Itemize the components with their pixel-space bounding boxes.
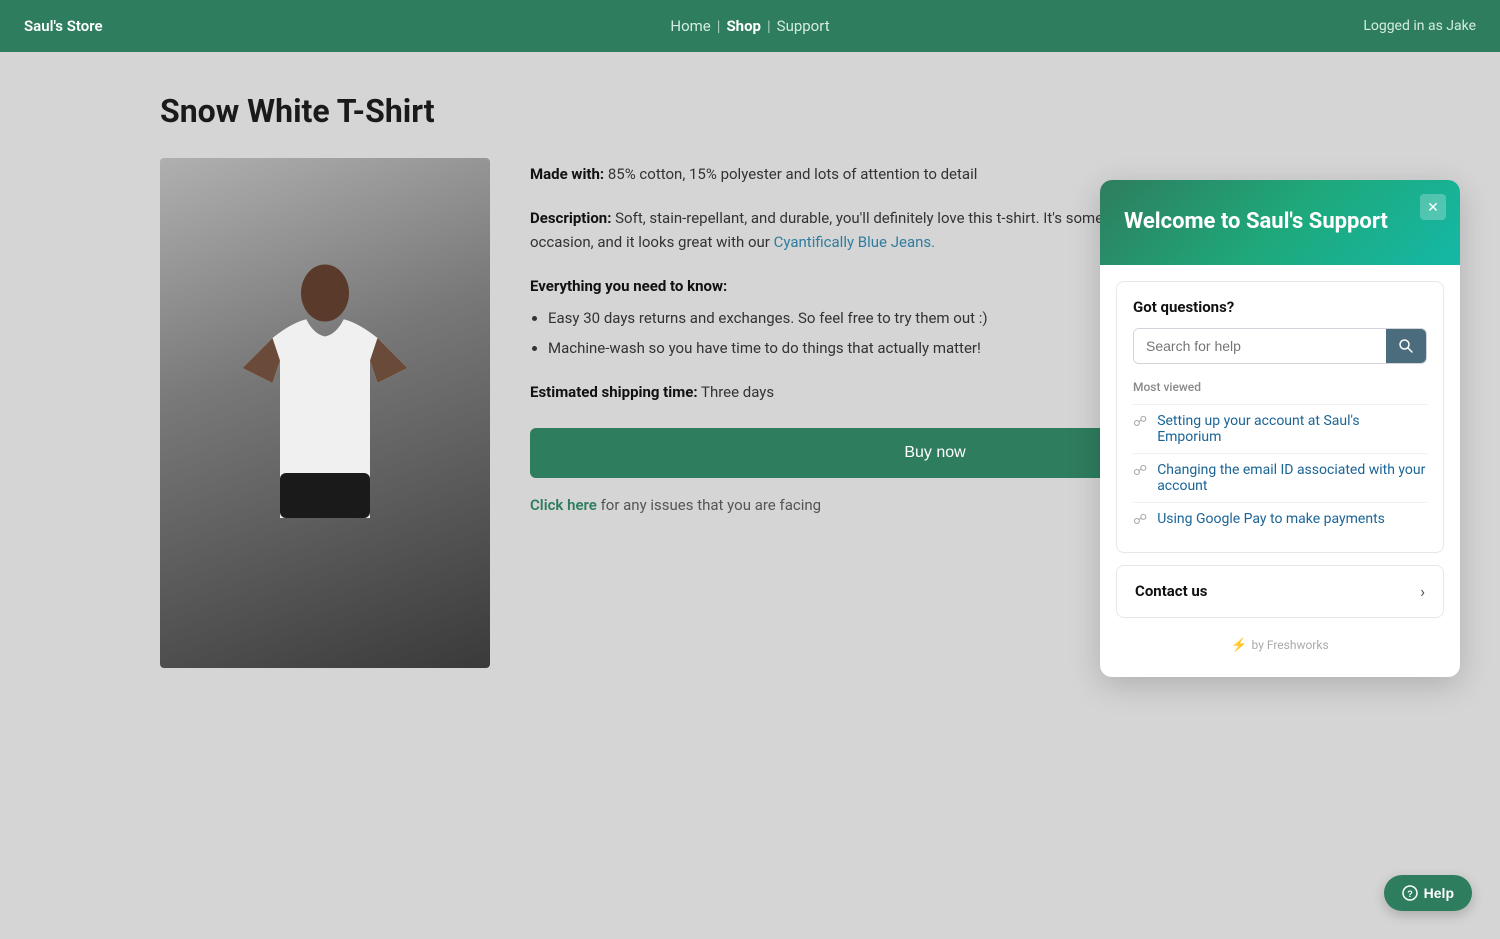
freshworks-icon: ⚡ (1231, 638, 1247, 653)
help-search-section: Got questions? Most viewed ☍ Setting up … (1116, 281, 1444, 553)
widget-header: Welcome to Saul's Support ✕ (1100, 180, 1460, 265)
help-item-2-icon: ☍ (1133, 463, 1147, 479)
search-icon (1398, 338, 1414, 354)
nav-links: Home | Shop | Support (670, 17, 829, 35)
blue-jeans-link[interactable]: Cyantifically Blue Jeans. (774, 233, 936, 251)
most-viewed-label: Most viewed (1133, 380, 1427, 394)
made-with-value: 85% cotton, 15% polyester and lots of at… (604, 165, 977, 183)
search-button[interactable] (1386, 329, 1426, 363)
contact-label: Contact us (1135, 582, 1208, 600)
widget-close-button[interactable]: ✕ (1420, 194, 1446, 220)
contact-chevron-icon: › (1420, 582, 1425, 601)
support-widget: Welcome to Saul's Support ✕ Got question… (1100, 180, 1460, 677)
product-tshirt-svg (195, 263, 455, 563)
help-item-1-icon: ☍ (1133, 414, 1147, 430)
got-questions-label: Got questions? (1133, 298, 1427, 316)
help-fab-button[interactable]: ? Help (1384, 875, 1472, 911)
nav-user: Logged in as Jake (1363, 18, 1476, 34)
help-item-1-text: Setting up your account at Saul's Empori… (1157, 413, 1427, 445)
powered-by: ⚡ by Freshworks (1116, 630, 1444, 661)
product-title: Snow White T-Shirt (160, 92, 1340, 130)
help-circle-icon: ? (1402, 885, 1418, 901)
product-image-inner (160, 158, 490, 668)
nav-brand: Saul's Store (24, 17, 103, 35)
help-item-3[interactable]: ☍ Using Google Pay to make payments (1133, 502, 1427, 536)
description-label: Description: (530, 209, 611, 227)
shipping-value: Three days (698, 383, 775, 401)
help-item-2[interactable]: ☍ Changing the email ID associated with … (1133, 453, 1427, 502)
widget-title: Welcome to Saul's Support (1124, 208, 1436, 237)
product-image (160, 158, 490, 668)
powered-by-text: by Freshworks (1252, 638, 1329, 652)
help-item-2-text: Changing the email ID associated with yo… (1157, 462, 1427, 494)
help-item-3-text: Using Google Pay to make payments (1157, 511, 1385, 527)
issue-text: for any issues that you are facing (597, 496, 821, 514)
made-with-label: Made with: (530, 165, 604, 183)
search-input[interactable] (1134, 329, 1386, 363)
navbar: Saul's Store Home | Shop | Support Logge… (0, 0, 1500, 52)
nav-support[interactable]: Support (777, 17, 830, 35)
widget-body: Got questions? Most viewed ☍ Setting up … (1100, 265, 1460, 677)
contact-section[interactable]: Contact us › (1116, 565, 1444, 618)
search-box (1133, 328, 1427, 364)
help-item-1[interactable]: ☍ Setting up your account at Saul's Empo… (1133, 404, 1427, 453)
shipping-label: Estimated shipping time: (530, 383, 698, 401)
nav-shop[interactable]: Shop (726, 17, 761, 35)
nav-home[interactable]: Home (670, 17, 710, 35)
help-item-3-icon: ☍ (1133, 512, 1147, 528)
svg-text:?: ? (1407, 889, 1413, 899)
click-here-link[interactable]: Click here (530, 496, 597, 514)
help-fab-label: Help (1424, 885, 1454, 901)
